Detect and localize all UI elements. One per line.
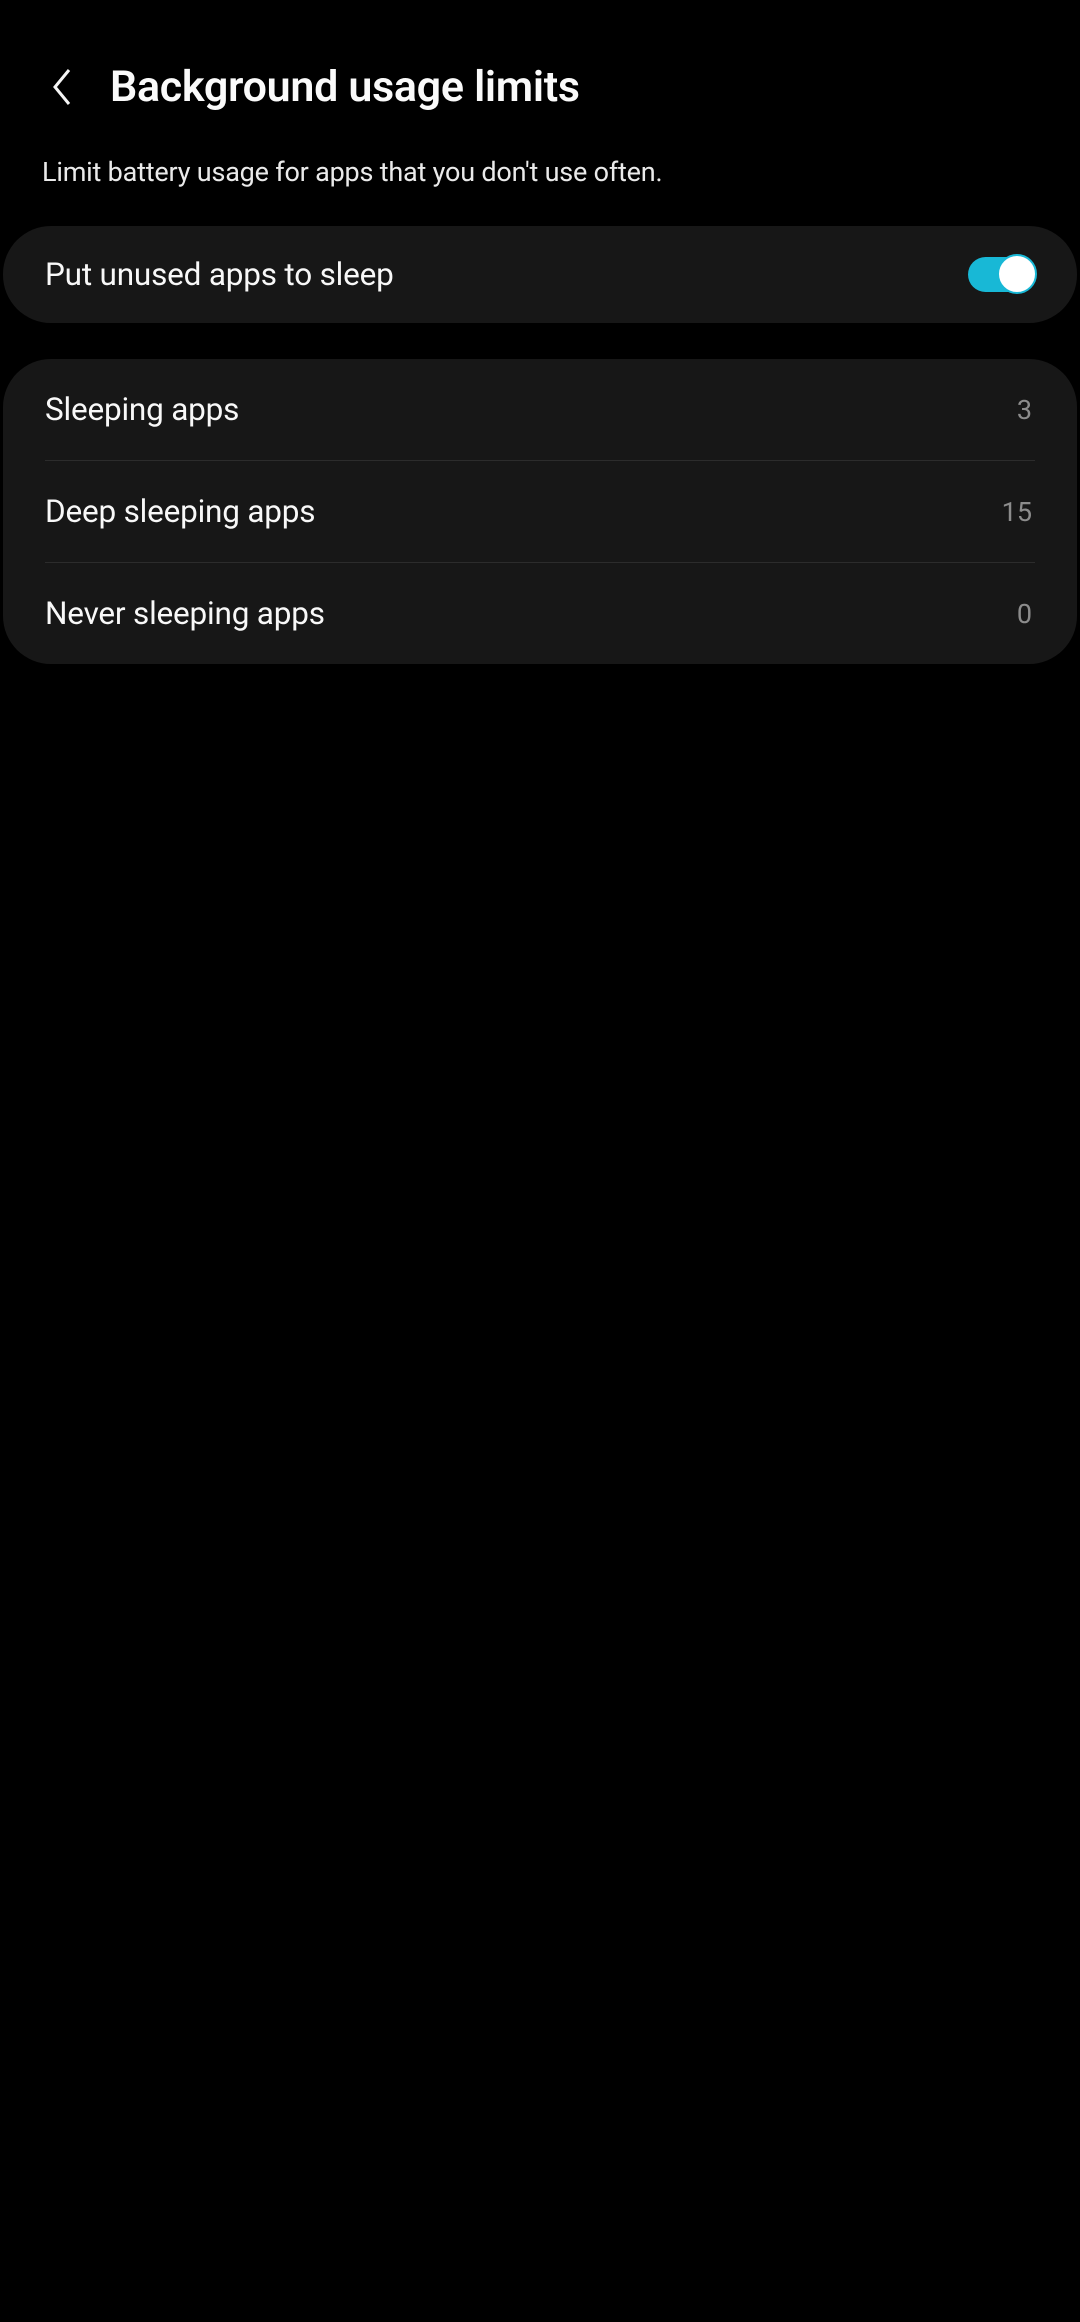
header: Background usage limits <box>0 0 1080 142</box>
page-title: Background usage limits <box>110 62 580 112</box>
put-unused-label: Put unused apps to sleep <box>45 256 394 293</box>
row-sleeping-apps[interactable]: Sleeping apps 3 <box>3 359 1077 460</box>
deep-sleeping-apps-label: Deep sleeping apps <box>45 493 315 530</box>
toggle-knob <box>997 254 1037 294</box>
toggle-put-unused[interactable] <box>968 257 1035 292</box>
deep-sleeping-apps-value: 15 <box>1002 496 1035 528</box>
page-subtitle: Limit battery usage for apps that you do… <box>0 142 1080 226</box>
row-put-unused-apps-to-sleep[interactable]: Put unused apps to sleep <box>3 226 1077 323</box>
card-put-unused: Put unused apps to sleep <box>3 226 1077 323</box>
never-sleeping-apps-value: 0 <box>1017 598 1035 630</box>
back-icon[interactable] <box>44 69 80 105</box>
sleeping-apps-value: 3 <box>1017 394 1035 426</box>
card-app-sleep-lists: Sleeping apps 3 Deep sleeping apps 15 Ne… <box>3 359 1077 664</box>
row-never-sleeping-apps[interactable]: Never sleeping apps 0 <box>3 563 1077 664</box>
sleeping-apps-label: Sleeping apps <box>45 391 239 428</box>
row-deep-sleeping-apps[interactable]: Deep sleeping apps 15 <box>3 461 1077 562</box>
never-sleeping-apps-label: Never sleeping apps <box>45 595 325 632</box>
